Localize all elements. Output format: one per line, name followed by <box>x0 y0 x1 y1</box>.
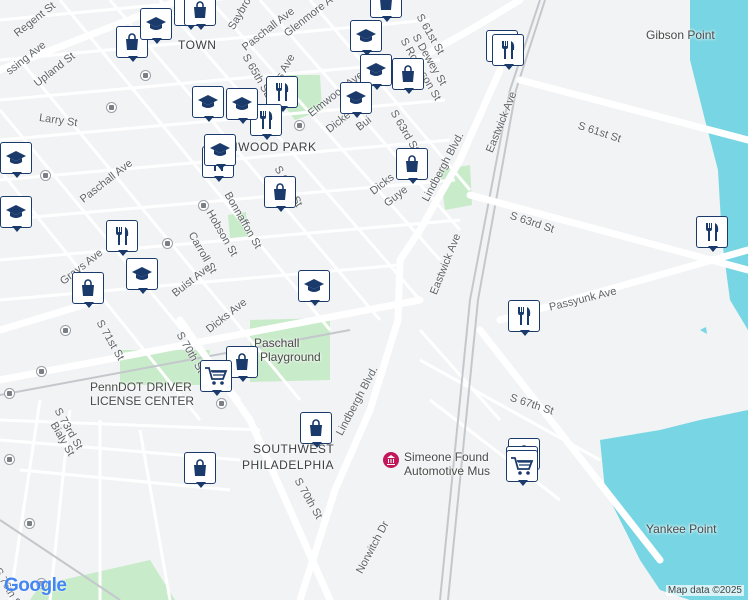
education-marker[interactable] <box>0 142 34 178</box>
shopping-marker[interactable] <box>370 0 404 22</box>
shopping-icon <box>82 279 94 296</box>
bus-stop-icon[interactable] <box>60 325 71 336</box>
restaurant-marker[interactable] <box>508 300 542 336</box>
shopping-marker[interactable] <box>396 148 430 184</box>
shopping-icon <box>406 155 418 172</box>
shopping-icon <box>194 1 206 18</box>
grocery-icon <box>205 367 228 385</box>
shopping-icon <box>126 33 138 50</box>
education-marker[interactable] <box>350 20 384 56</box>
education-marker[interactable] <box>192 86 226 122</box>
grocery-marker[interactable] <box>506 450 540 486</box>
place-label: PennDOT DRIVER <box>90 380 192 394</box>
education-icon <box>198 95 218 108</box>
education-icon <box>304 279 324 292</box>
place-label: Playground <box>260 350 321 364</box>
place-label: Simeone Found <box>404 450 489 464</box>
shopping-marker[interactable] <box>72 272 106 308</box>
education-icon <box>6 205 26 218</box>
restaurant-icon <box>116 227 129 245</box>
restaurant-marker[interactable] <box>696 216 730 252</box>
education-icon <box>356 29 376 42</box>
shopping-icon <box>274 183 286 200</box>
grocery-marker[interactable] <box>200 360 234 396</box>
shopping-icon <box>236 353 248 370</box>
shopping-marker[interactable] <box>184 452 218 488</box>
shopping-icon <box>194 459 206 476</box>
museum-icon[interactable] <box>383 452 399 468</box>
place-label: Paschall <box>254 336 300 350</box>
restaurant-marker[interactable] <box>492 34 526 70</box>
map-attribution[interactable]: Map data ©2025 <box>665 585 744 596</box>
shopping-marker[interactable] <box>300 412 334 448</box>
place-label: LICENSE CENTER <box>90 394 195 408</box>
restaurant-icon <box>276 83 289 101</box>
bus-stop-icon[interactable] <box>162 238 173 249</box>
bus-stop-icon[interactable] <box>198 200 209 211</box>
place-label: Automotive Mus <box>404 464 491 478</box>
education-marker[interactable] <box>340 82 374 118</box>
education-marker[interactable] <box>140 8 174 44</box>
bus-stop-icon[interactable] <box>216 398 227 409</box>
education-icon <box>146 17 166 30</box>
education-marker[interactable] <box>204 134 238 170</box>
place-label: Yankee Point <box>646 522 717 536</box>
education-icon <box>346 91 366 104</box>
bus-stop-icon[interactable] <box>40 170 51 181</box>
bus-stop-icon[interactable] <box>294 120 305 131</box>
bus-stop-icon[interactable] <box>4 388 15 399</box>
bus-stop-icon[interactable] <box>4 454 15 465</box>
education-icon <box>232 97 252 110</box>
place-label: Gibson Point <box>646 28 715 42</box>
education-icon <box>132 267 152 280</box>
river-water <box>690 0 748 330</box>
google-logo: Google <box>4 575 67 597</box>
education-marker[interactable] <box>126 258 160 294</box>
shopping-marker[interactable] <box>392 58 426 94</box>
bus-stop-icon[interactable] <box>106 102 117 113</box>
grocery-icon <box>511 457 534 475</box>
shopping-icon <box>310 419 322 436</box>
education-icon <box>366 63 386 76</box>
education-icon <box>210 143 230 156</box>
bus-stop-icon[interactable] <box>36 366 47 377</box>
map-view[interactable]: TOWN ELMWOOD PARK SOUTHWEST PHILADELPHIA… <box>0 0 748 600</box>
river-water-south <box>600 410 748 600</box>
restaurant-marker[interactable] <box>106 220 140 256</box>
education-marker[interactable] <box>0 196 34 232</box>
neighborhood-label: TOWN <box>178 38 217 52</box>
shopping-icon <box>380 0 392 10</box>
shopping-marker[interactable] <box>264 176 298 212</box>
neighborhood-label: PHILADELPHIA <box>242 458 335 472</box>
education-marker[interactable] <box>226 88 260 124</box>
education-icon <box>6 151 26 164</box>
map-base <box>0 0 748 600</box>
shopping-marker[interactable] <box>184 0 218 30</box>
restaurant-icon <box>502 41 515 59</box>
restaurant-icon <box>706 223 719 241</box>
bus-stop-icon[interactable] <box>140 70 151 81</box>
shopping-icon <box>402 65 414 82</box>
google-logo-text: Google <box>4 575 67 596</box>
education-marker[interactable] <box>298 270 332 306</box>
restaurant-icon <box>518 307 531 325</box>
bus-stop-icon[interactable] <box>24 518 35 529</box>
